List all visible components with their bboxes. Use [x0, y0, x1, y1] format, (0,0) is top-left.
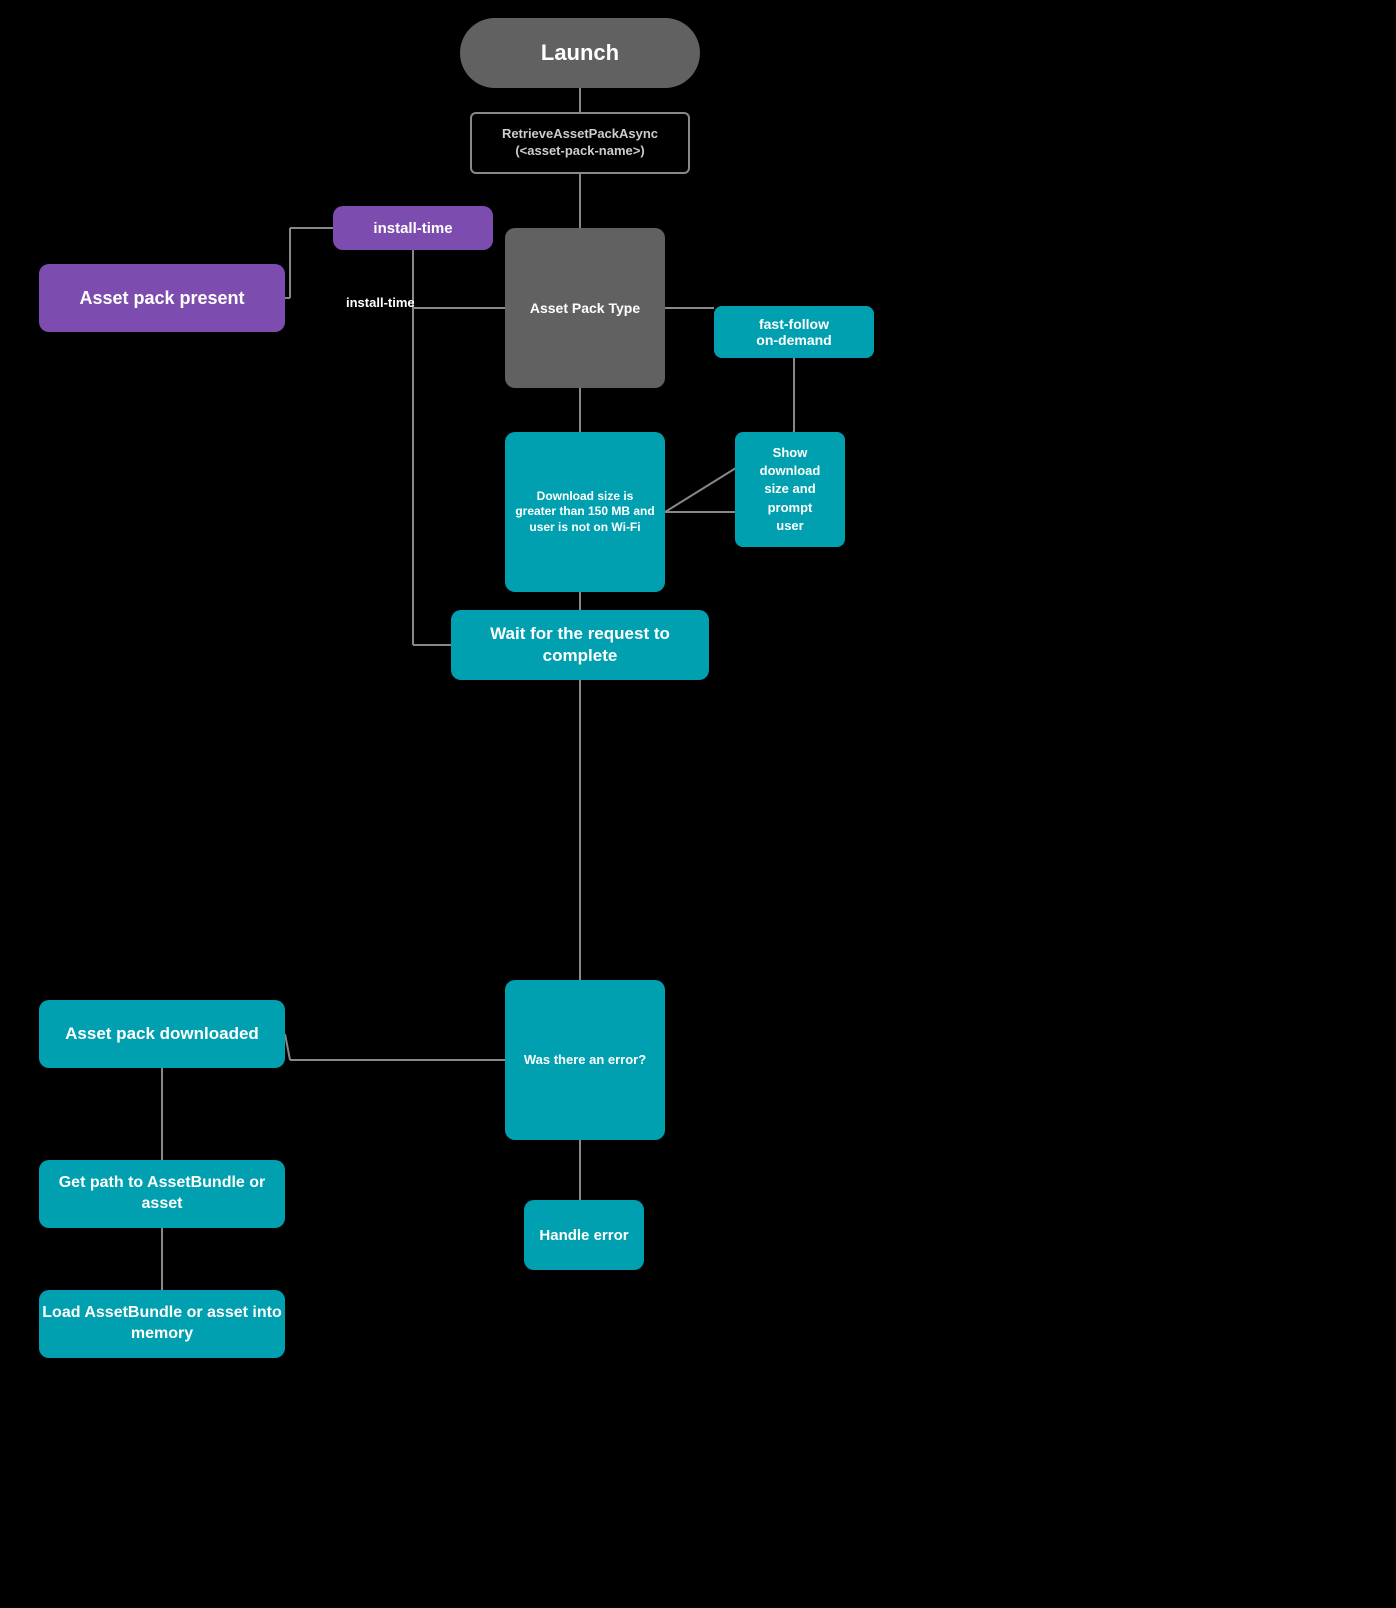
retrieve-line2: (<asset-pack-name>) — [515, 143, 644, 160]
download-size-label: Download size is greater than 150 MB and… — [505, 432, 665, 592]
was-error-diamond: Was there an error? — [472, 947, 698, 1173]
wait-request-node: Wait for the request to complete — [451, 610, 709, 680]
asset-pack-type-label: Asset Pack Type — [505, 228, 665, 388]
install-time-node: install-time — [333, 206, 493, 250]
handle-error-node: Handle error — [524, 1200, 644, 1270]
retrieve-line1: RetrieveAssetPackAsync — [502, 126, 658, 143]
load-asset-node: Load AssetBundle or asset into memory — [39, 1290, 285, 1358]
download-size-diamond: Download size is greater than 150 MB and… — [472, 399, 698, 625]
asset-downloaded-node: Asset pack downloaded — [39, 1000, 285, 1068]
show-download-node: Show download size and prompt user — [735, 432, 845, 547]
was-error-label: Was there an error? — [505, 980, 665, 1140]
asset-pack-type-diamond: Asset Pack Type — [472, 195, 698, 421]
fast-follow-node: fast-follow on-demand — [714, 306, 874, 358]
connector-lines — [0, 0, 1396, 1608]
install-time-connector-label: install-time — [346, 295, 415, 310]
launch-node: Launch — [460, 18, 700, 88]
retrieve-node: RetrieveAssetPackAsync (<asset-pack-name… — [470, 112, 690, 174]
flowchart: Launch RetrieveAssetPackAsync (<asset-pa… — [0, 0, 1396, 1608]
get-path-node: Get path to AssetBundle or asset — [39, 1160, 285, 1228]
asset-pack-present-node: Asset pack present — [39, 264, 285, 332]
